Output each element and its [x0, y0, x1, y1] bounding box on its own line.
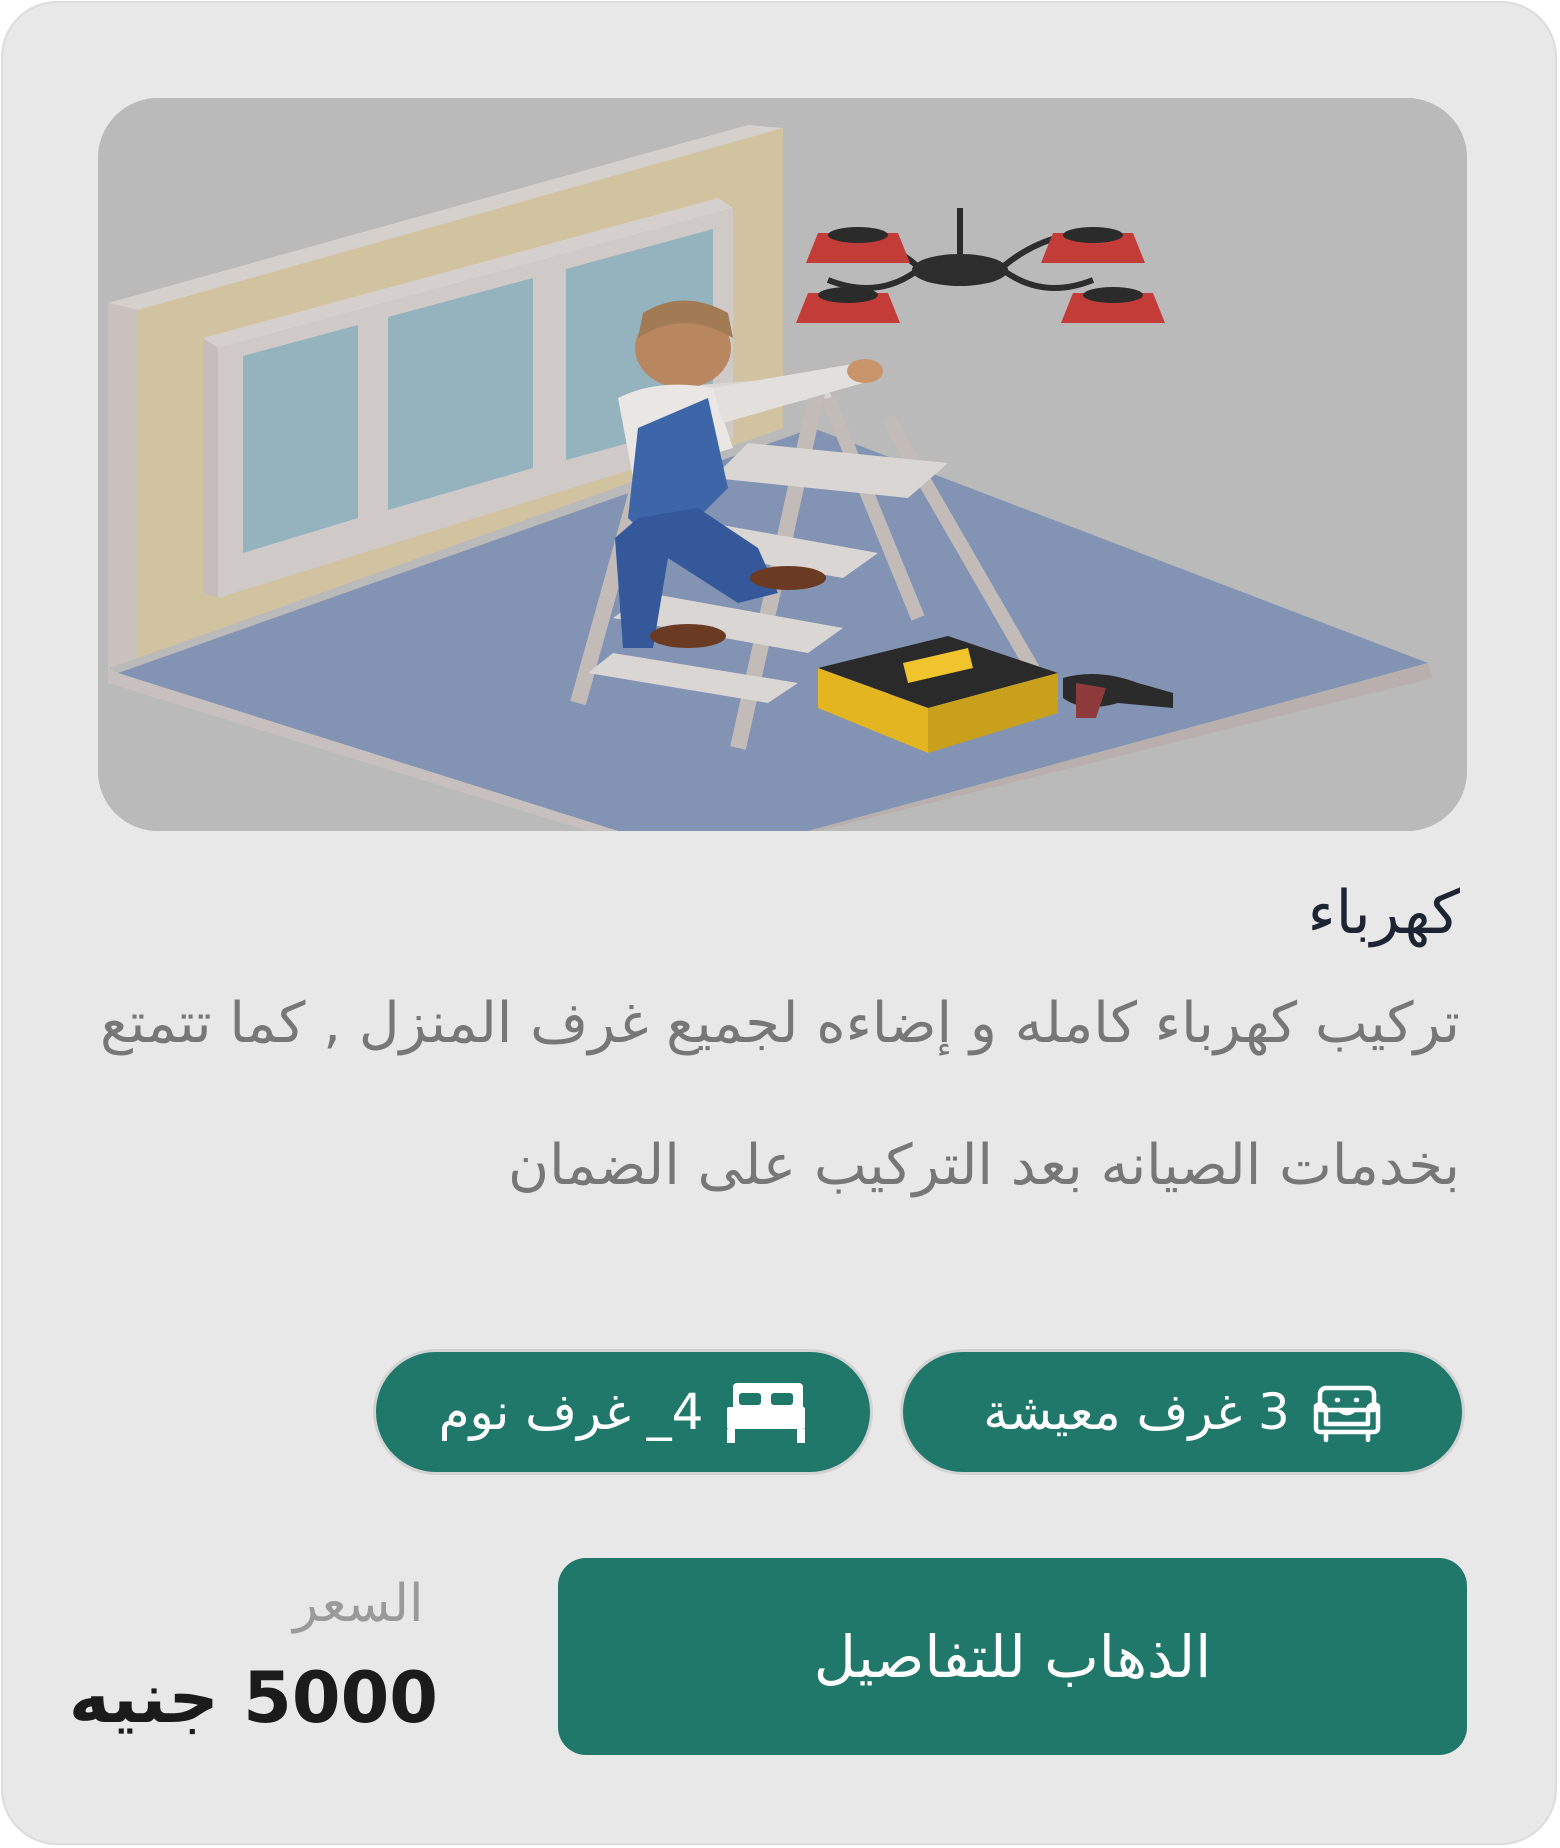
living-rooms-label: 3 غرف معيشة — [983, 1383, 1290, 1441]
service-card: كهرباء تركيب كهرباء كامله و إضاءه لجميع … — [1, 1, 1557, 1845]
price-label: السعر — [293, 1574, 424, 1634]
bedrooms-label: 4_ غرف نوم — [438, 1383, 704, 1441]
living-rooms-badge: 3 غرف معيشة — [900, 1349, 1465, 1475]
price-value: 5000 جنيه — [68, 1657, 438, 1739]
bedrooms-badge: 4_ غرف نوم — [373, 1349, 873, 1475]
sofa-icon — [1313, 1385, 1381, 1443]
service-title: كهرباء — [1307, 878, 1460, 948]
hero-illustration — [98, 98, 1467, 831]
bed-icon — [727, 1383, 806, 1443]
go-to-details-button[interactable]: الذهاب للتفاصيل — [558, 1558, 1467, 1755]
service-description: تركيب كهرباء كامله و إضاءه لجميع غرف الم… — [99, 991, 1460, 1198]
